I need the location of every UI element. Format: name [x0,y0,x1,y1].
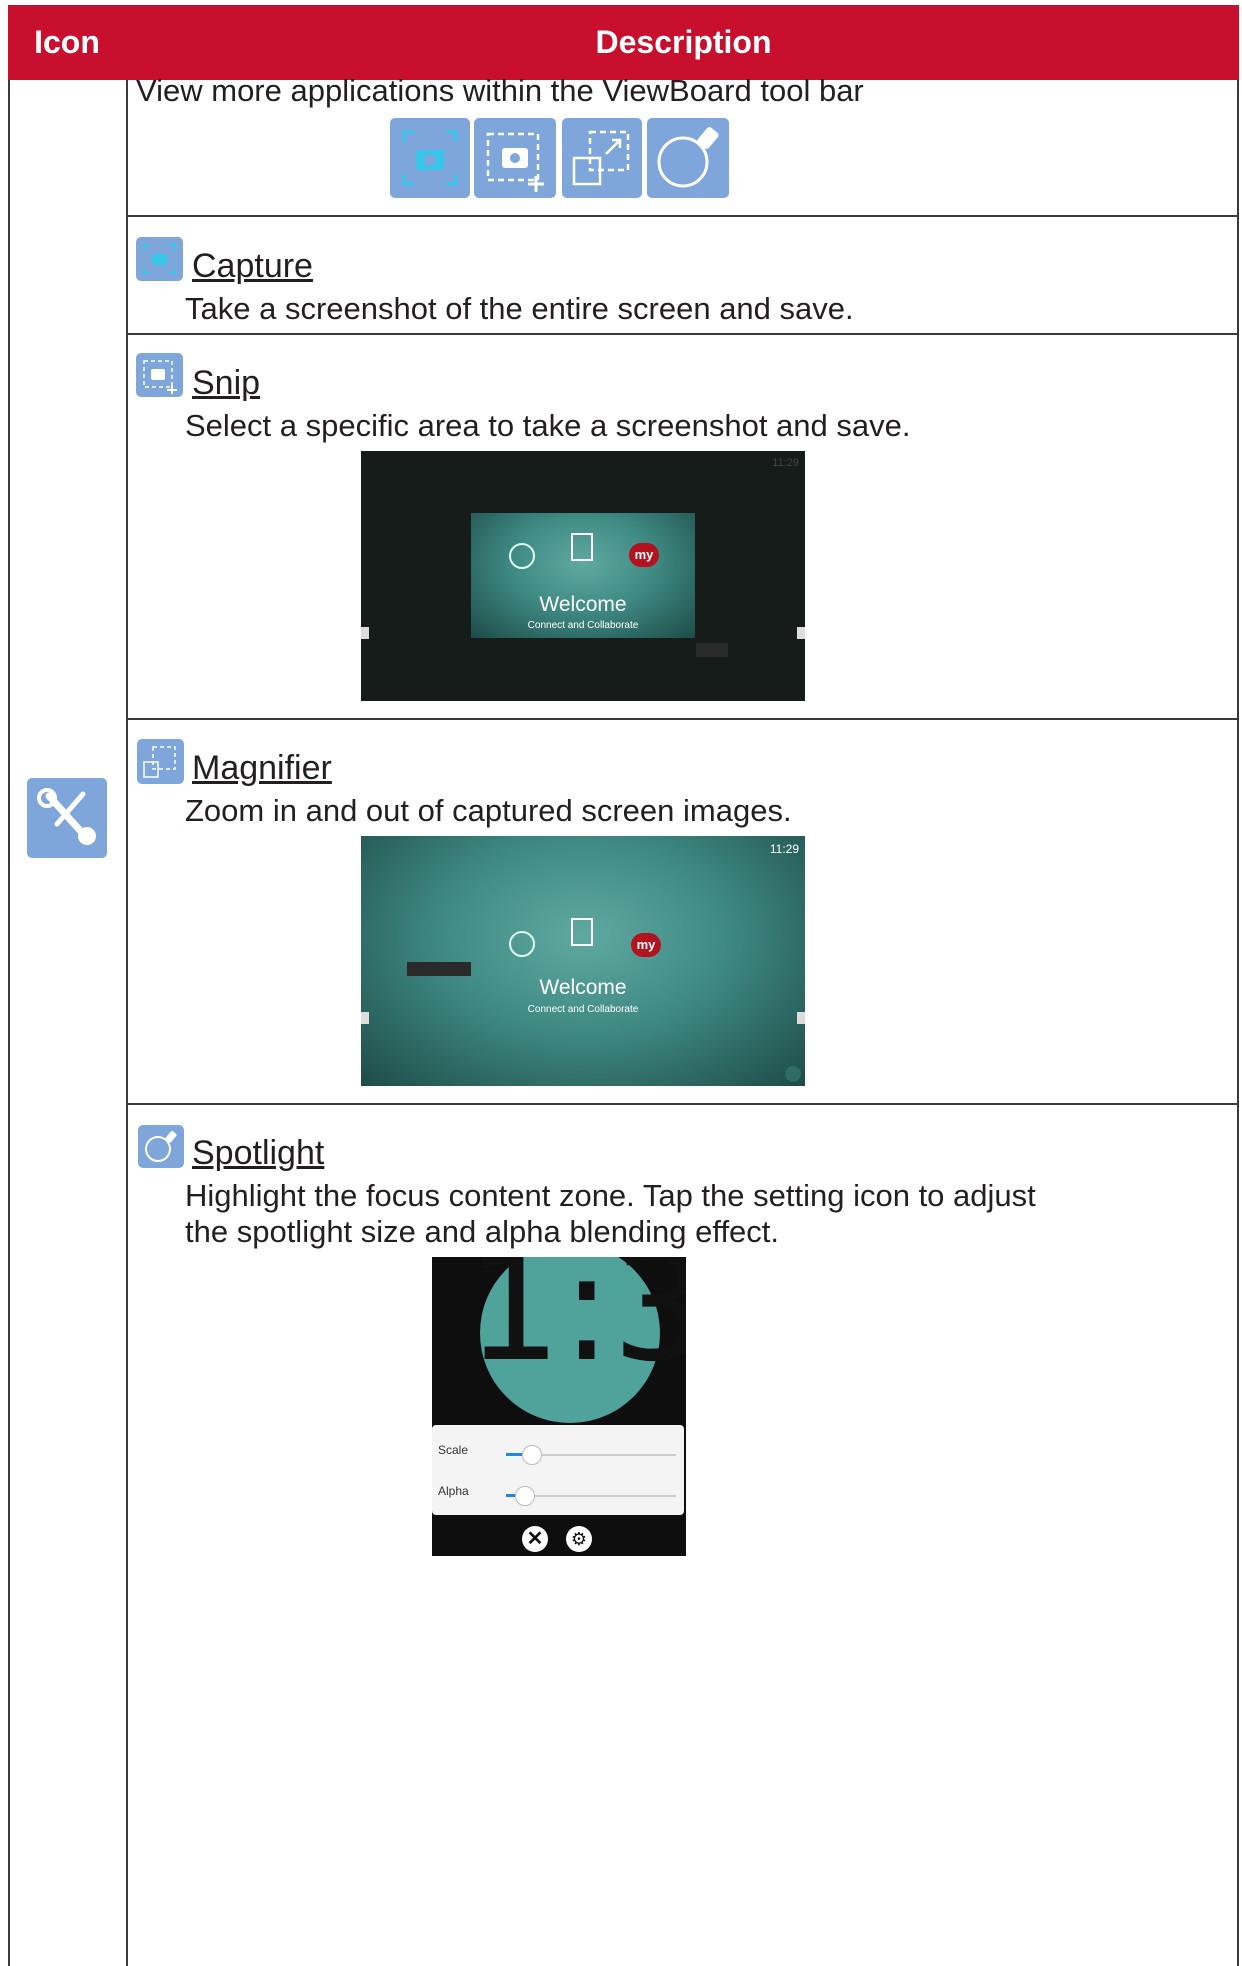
side-handle-left[interactable] [361,627,369,639]
alpha-label: Alpha [438,1484,469,1498]
row-divider [126,718,1239,720]
row-divider [126,215,1239,217]
capture-title-link[interactable]: Capture [192,247,313,286]
browser-icon [509,931,535,957]
share-icon [571,918,593,946]
capture-icon [136,237,183,281]
share-icon [571,533,593,561]
spotlight-icon [138,1125,184,1168]
magnifier-description: Zoom in and out of captured screen image… [185,793,792,828]
snip-title-link[interactable]: Snip [192,364,260,403]
menu-icon[interactable] [785,1066,801,1082]
capture-icon[interactable] [390,118,470,198]
snip-description: Select a specific area to take a screens… [185,408,911,443]
row-divider [126,333,1239,335]
alpha-slider-thumb[interactable] [515,1486,535,1506]
clock-text: 11:29 [769,842,799,856]
side-handle-right[interactable] [797,1012,805,1024]
side-handle-left[interactable] [361,1012,369,1024]
spotlight-description-line2: the spotlight size and alpha blending ef… [185,1214,780,1249]
spotlight-title-link[interactable]: Spotlight [192,1134,324,1173]
table-border-right [1237,80,1239,1966]
myviewboard-icon: my [631,933,661,957]
magnifier-icon [137,739,184,784]
snip-screenshot: 11:29 my Welcome Connect and Collaborate [361,451,805,701]
snip-icon [136,353,183,397]
table-column-divider [126,80,128,1966]
clock-text: 11:29 [772,457,799,469]
spotlight-settings-panel: Scale Alpha [432,1425,684,1515]
tagline-text: Connect and Collaborate [527,1004,639,1015]
table-border-left [8,80,10,1966]
browser-icon [509,543,535,569]
spotlight-screenshot: 1:3 Scale Alpha ✕ ⚙ [432,1257,686,1556]
magnifier-icon[interactable] [562,118,642,198]
spotlight-icon[interactable] [647,118,729,198]
snip-selection-area[interactable]: my Welcome Connect and Collaborate [471,513,695,638]
row-divider [126,1103,1239,1105]
close-icon[interactable]: ✕ [522,1526,548,1552]
welcome-text: Welcome [539,976,627,999]
intro-text: View more applications within the ViewBo… [136,73,864,108]
capture-description: Take a screenshot of the entire screen a… [185,291,854,326]
welcome-text: Welcome [539,593,627,616]
snip-icon[interactable] [474,118,556,198]
tools-icon [27,778,107,858]
spotlight-description-line1: Highlight the focus content zone. Tap th… [185,1178,1036,1213]
header-description-label: Description [595,24,772,60]
magnifier-title-link[interactable]: Magnifier [192,749,332,788]
magnifier-screenshot: 11:29 my Welcome Connect and Collaborate [361,836,805,1086]
settings-gear-icon[interactable]: ⚙ [566,1526,592,1552]
side-handle-right[interactable] [797,627,805,639]
tagline-text: Connect and Collaborate [527,620,639,631]
scale-label: Scale [438,1443,469,1457]
scale-slider-thumb[interactable] [522,1445,542,1465]
snip-confirm-bar[interactable] [696,643,728,657]
magnifier-zoom-toolbar[interactable] [407,962,471,976]
myviewboard-icon: my [629,543,659,567]
clock-digits: 1:3 [466,1257,686,1395]
table-header: Icon Description [8,5,1239,80]
header-icon-label: Icon [34,24,100,60]
